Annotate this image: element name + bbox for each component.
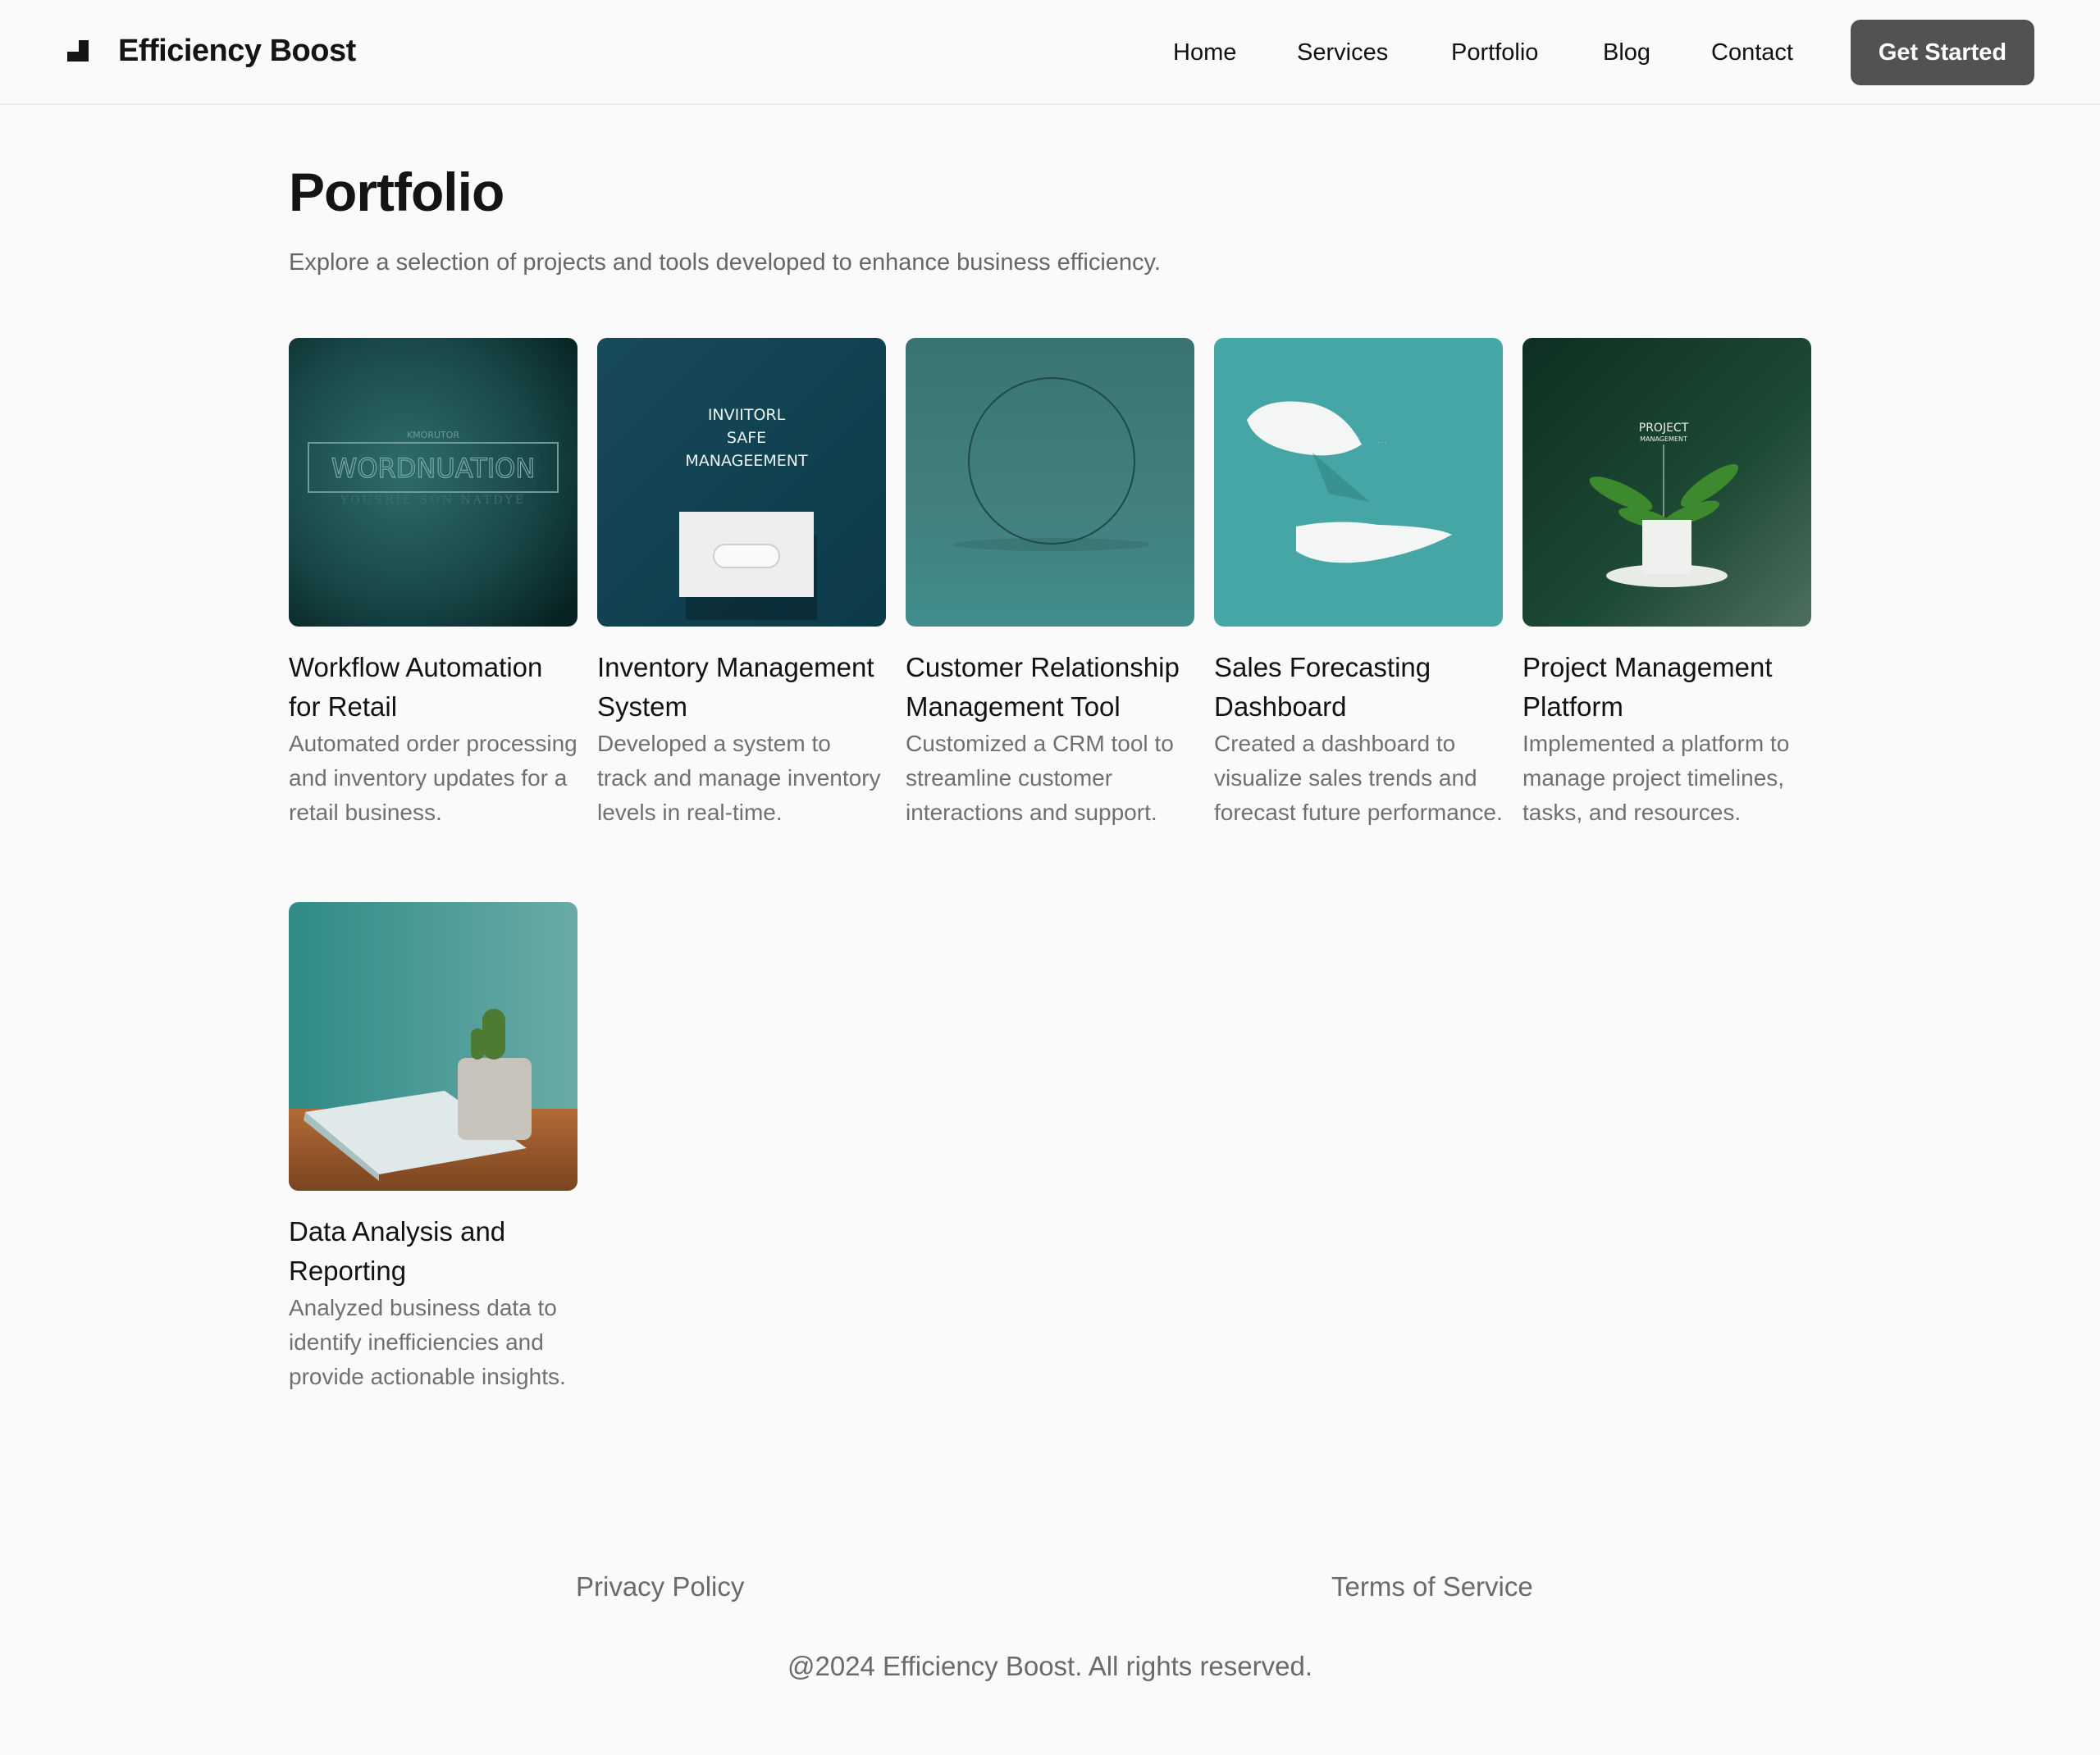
privacy-policy-link[interactable]: Privacy Policy [576, 1571, 744, 1602]
project-image[interactable]: PROJECT MANAGEMENT [1522, 338, 1811, 627]
project-description: Developed a system to track and manage i… [597, 731, 881, 825]
stairs-logo-icon [67, 40, 89, 62]
copyright-text: @2024 Efficiency Boost. All rights reser… [787, 1651, 1313, 1681]
svg-text:PROJECT: PROJECT [1639, 422, 1689, 435]
svg-text:INVIITORL: INVIITORL [708, 406, 786, 424]
project-description: Analyzed business data to identify ineff… [289, 1295, 566, 1389]
page-subtitle: Explore a selection of projects and tool… [289, 249, 1161, 276]
project-card[interactable]: Data Analysis and Reporting Analyzed bus… [289, 902, 578, 1394]
project-image[interactable] [289, 902, 578, 1191]
project-image[interactable]: · · · [1214, 338, 1503, 627]
project-image[interactable]: INVIITORL SAFE MANAGEEMENT [597, 338, 886, 627]
project-description: Automated order processing and inventory… [289, 731, 578, 825]
nav-contact[interactable]: Contact [1711, 33, 1793, 72]
project-image[interactable]: KMORUTOR WORDNUATION YOUSRIE SON NATDYE [289, 338, 578, 627]
svg-text:MANAGEMENT: MANAGEMENT [1640, 435, 1687, 443]
project-card[interactable]: INVIITORL SAFE MANAGEEMENT Inventory Man… [597, 338, 886, 830]
nav-services[interactable]: Services [1297, 33, 1388, 72]
svg-text:· · ·: · · · [1378, 440, 1386, 446]
project-title: Customer Relationship Management Tool [906, 652, 1180, 722]
nav-portfolio[interactable]: Portfolio [1451, 33, 1538, 72]
page-title: Portfolio [289, 162, 504, 222]
project-card[interactable]: PROJECT MANAGEMENT Project Management Pl… [1522, 338, 1811, 830]
project-title: Inventory Management System [597, 652, 874, 722]
svg-text:SAFE: SAFE [727, 429, 766, 447]
project-card[interactable]: KMORUTOR WORDNUATION YOUSRIE SON NATDYE … [289, 338, 578, 830]
project-title: Sales Forecasting Dashboard [1214, 652, 1431, 722]
project-card[interactable]: · · · Sales Forecasting Dashboard Create… [1214, 338, 1503, 830]
project-image[interactable] [906, 338, 1194, 627]
top-nav-bar: Efficiency Boost Home Services Portfolio… [0, 0, 2100, 105]
project-description: Implemented a platform to manage project… [1522, 731, 1790, 825]
brand-name: Efficiency Boost [118, 33, 356, 68]
project-title: Workflow Automation for Retail [289, 652, 543, 722]
project-description: Created a dashboard to visualize sales t… [1214, 731, 1503, 825]
brand[interactable]: Efficiency Boost [67, 28, 356, 74]
project-description: Customized a CRM tool to streamline cust… [906, 731, 1174, 825]
svg-text:MANAGEEMENT: MANAGEEMENT [685, 452, 808, 470]
project-card[interactable]: Customer Relationship Management Tool Cu… [906, 338, 1194, 830]
get-started-button[interactable]: Get Started [1851, 20, 2034, 85]
project-title: Project Management Platform [1522, 652, 1773, 722]
terms-of-service-link[interactable]: Terms of Service [1331, 1571, 1533, 1602]
svg-text:WORDNUATION: WORDNUATION [331, 453, 536, 484]
nav-blog[interactable]: Blog [1603, 33, 1650, 72]
nav-home[interactable]: Home [1173, 33, 1236, 72]
svg-text:KMORUTOR: KMORUTOR [407, 430, 459, 440]
project-title: Data Analysis and Reporting [289, 1216, 506, 1286]
svg-text:YOUSRIE SON NATDYE: YOUSRIE SON NATDYE [340, 494, 526, 507]
